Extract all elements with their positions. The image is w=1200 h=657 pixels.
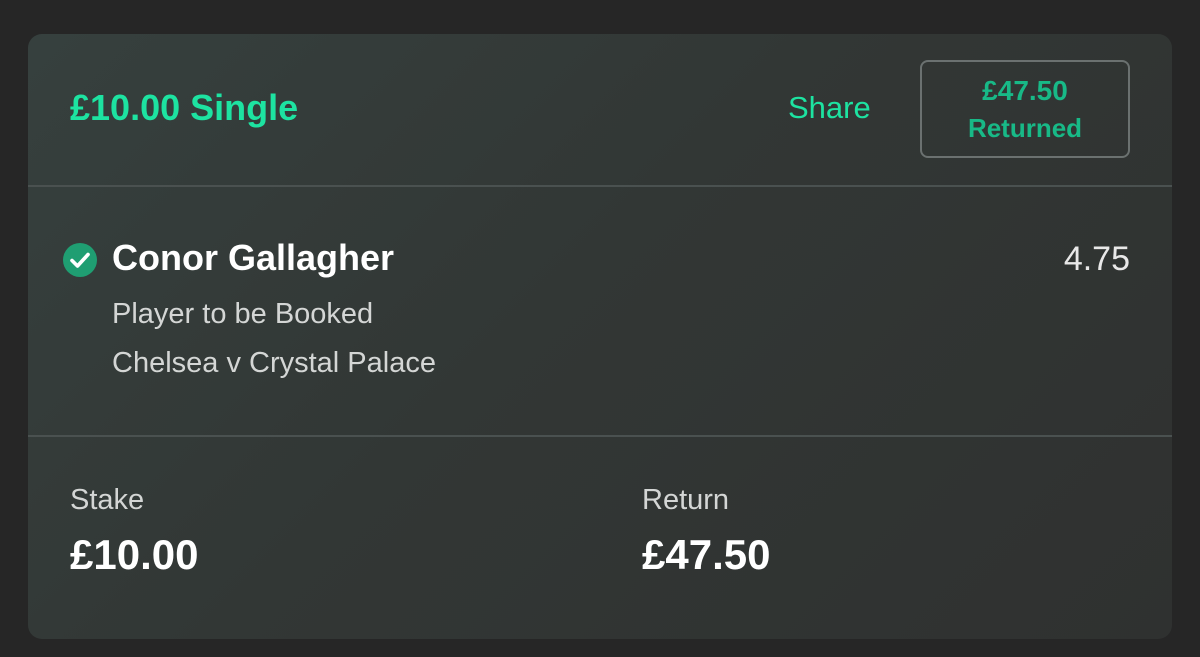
- bet-header: £10.00 Single Share £47.50 Returned: [28, 34, 1172, 187]
- share-button[interactable]: Share: [788, 88, 871, 128]
- returned-amount: £47.50: [982, 75, 1068, 106]
- bet-card: £10.00 Single Share £47.50 Returned Cono…: [28, 34, 1172, 639]
- selection-odds: 4.75: [1063, 240, 1130, 278]
- stake-label: Stake: [70, 484, 145, 516]
- check-circle-icon: [63, 243, 97, 277]
- bet-title: £10.00 Single: [70, 87, 299, 128]
- selection-row: Conor Gallagher 4.75 Player to be Booked…: [28, 187, 1172, 437]
- bet-summary: Stake £10.00 Return £47.50: [28, 437, 1172, 639]
- returned-badge: £47.50 Returned: [920, 60, 1130, 158]
- return-value: £47.50: [642, 531, 771, 578]
- stake-value: £10.00: [70, 531, 199, 578]
- returned-label: Returned: [967, 113, 1083, 143]
- return-label: Return: [642, 484, 730, 516]
- selection-name: Conor Gallagher: [112, 237, 395, 278]
- market-name: Player to be Booked: [112, 298, 374, 330]
- event-name: Chelsea v Crystal Palace: [112, 347, 436, 379]
